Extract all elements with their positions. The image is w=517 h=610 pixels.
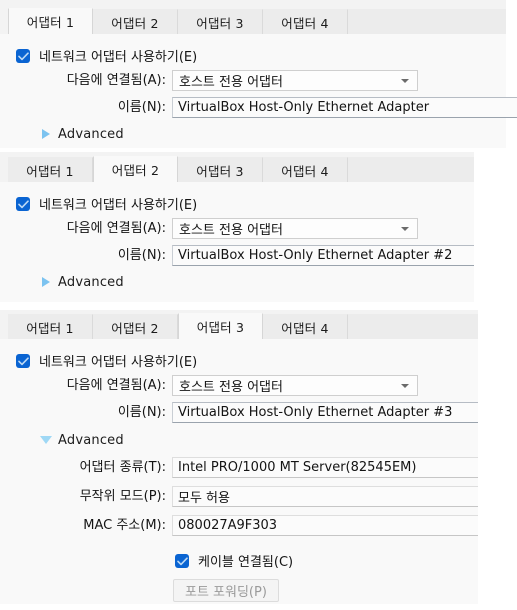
enable-adapter-label-2: 네트워크 어댑터 사용하기(E)	[39, 198, 198, 213]
tab-bar-filler	[348, 157, 474, 182]
adapter-name-value-2: VirtualBox Host-Only Ethernet Adapter #2	[178, 248, 453, 263]
adapter-name-value-3: VirtualBox Host-Only Ethernet Adapter #3	[178, 405, 453, 420]
adapter-name-input-2[interactable]: VirtualBox Host-Only Ethernet Adapter #2	[172, 245, 474, 266]
chevron-down-icon	[401, 226, 409, 231]
tab-adapter-2[interactable]: 어댑터 2	[93, 9, 178, 34]
tab-adapter-4[interactable]: 어댑터 4	[263, 157, 348, 182]
adapter-name-value-1: VirtualBox Host-Only Ethernet Adapter	[178, 100, 430, 115]
tab-adapter-2[interactable]: 어댑터 2	[93, 314, 178, 339]
adapter-name-input-3[interactable]: VirtualBox Host-Only Ethernet Adapter #3	[172, 402, 478, 423]
mac-address-label: MAC 주소(M):	[83, 518, 166, 533]
panel-body-1: 네트워크 어댑터 사용하기(E) 다음에 연결됨(A): 호스트 전용 어댑터 …	[0, 34, 517, 148]
tab-adapter-3[interactable]: 어댑터 3	[178, 313, 263, 339]
port-forwarding-button[interactable]: 포트 포워딩(P)	[173, 579, 279, 602]
tab-adapter-1[interactable]: 어댑터 1	[8, 8, 93, 34]
attached-to-label-3: 다음에 연결됨(A):	[66, 378, 166, 393]
panel-body-2: 네트워크 어댑터 사용하기(E) 다음에 연결됨(A): 호스트 전용 어댑터 …	[0, 182, 474, 302]
enable-adapter-checkbox-2[interactable]	[16, 196, 30, 211]
advanced-label-2: Advanced	[58, 274, 124, 290]
enable-adapter-row-1[interactable]: 네트워크 어댑터 사용하기(E)	[16, 45, 197, 66]
adapter-type-input[interactable]: Intel PRO/1000 MT Server(82545EM)	[172, 457, 478, 478]
panel-top-strip	[0, 0, 506, 8]
enable-adapter-row-2[interactable]: 네트워크 어댑터 사용하기(E)	[16, 193, 197, 214]
tab-adapter-1[interactable]: 어댑터 1	[8, 314, 93, 339]
chevron-down-icon	[401, 78, 409, 83]
panel-body-3: 네트워크 어댑터 사용하기(E) 다음에 연결됨(A): 호스트 전용 어댑터 …	[0, 339, 478, 604]
advanced-label-1: Advanced	[58, 126, 124, 142]
tab-bar-filler	[348, 9, 506, 34]
tab-bar-3: 어댑터 1 어댑터 2 어댑터 3 어댑터 4	[0, 313, 478, 339]
advanced-disclosure-2[interactable]: Advanced	[42, 272, 124, 292]
enable-adapter-checkbox-1[interactable]	[16, 48, 30, 63]
adapter-type-label: 어댑터 종류(T):	[79, 460, 166, 475]
adapter-panel-3: 어댑터 1 어댑터 2 어댑터 3 어댑터 4 네트워크 어댑터 사용하기(E)…	[0, 310, 478, 604]
tab-adapter-3[interactable]: 어댑터 3	[178, 157, 263, 182]
tab-adapter-2[interactable]: 어댑터 2	[93, 156, 178, 182]
tab-bar-filler	[348, 314, 478, 339]
tab-adapter-3[interactable]: 어댑터 3	[178, 9, 263, 34]
port-forwarding-label: 포트 포워딩(P)	[185, 585, 267, 600]
cable-connected-checkbox[interactable]	[175, 553, 189, 568]
attached-to-value-3: 호스트 전용 어댑터	[179, 380, 283, 395]
tab-bar-1: 어댑터 1 어댑터 2 어댑터 3 어댑터 4	[0, 8, 506, 34]
tab-adapter-4[interactable]: 어댑터 4	[263, 314, 348, 339]
attached-to-label-2: 다음에 연결됨(A):	[66, 221, 166, 236]
name-label-3: 이름(N):	[117, 405, 166, 420]
promiscuous-mode-label: 무작위 모드(P):	[79, 489, 166, 504]
tab-bar-2: 어댑터 1 어댑터 2 어댑터 3 어댑터 4	[0, 156, 474, 182]
promiscuous-mode-value: 모두 허용	[178, 491, 230, 506]
attached-to-combo-3[interactable]: 호스트 전용 어댑터	[172, 375, 418, 396]
mac-address-value: 080027A9F303	[178, 518, 278, 533]
advanced-disclosure-1[interactable]: Advanced	[42, 124, 124, 144]
advanced-disclosure-3[interactable]: Advanced	[40, 430, 124, 450]
advanced-label-3: Advanced	[58, 432, 124, 448]
name-label-2: 이름(N):	[117, 248, 166, 263]
chevron-right-icon	[42, 129, 50, 139]
enable-adapter-label-1: 네트워크 어댑터 사용하기(E)	[39, 50, 198, 65]
mac-address-input[interactable]: 080027A9F303	[172, 515, 478, 536]
promiscuous-mode-input[interactable]: 모두 허용	[172, 486, 478, 507]
enable-adapter-checkbox-3[interactable]	[16, 353, 30, 368]
attached-to-value-1: 호스트 전용 어댑터	[179, 75, 283, 90]
chevron-down-disclosure-icon	[40, 436, 52, 444]
name-label-1: 이름(N):	[117, 100, 166, 115]
cable-connected-label: 케이블 연결됨(C)	[198, 555, 294, 570]
chevron-down-icon	[401, 383, 409, 388]
enable-adapter-label-3: 네트워크 어댑터 사용하기(E)	[39, 355, 198, 370]
attached-to-value-2: 호스트 전용 어댑터	[179, 223, 283, 238]
attached-to-combo-2[interactable]: 호스트 전용 어댑터	[172, 218, 418, 239]
adapter-type-value: Intel PRO/1000 MT Server(82545EM)	[178, 460, 417, 475]
enable-adapter-row-3[interactable]: 네트워크 어댑터 사용하기(E)	[16, 350, 197, 371]
adapter-panel-2: 어댑터 1 어댑터 2 어댑터 3 어댑터 4 네트워크 어댑터 사용하기(E)…	[0, 152, 474, 302]
attached-to-combo-1[interactable]: 호스트 전용 어댑터	[172, 70, 418, 91]
attached-to-label-1: 다음에 연결됨(A):	[66, 73, 166, 88]
tab-adapter-1[interactable]: 어댑터 1	[8, 157, 93, 182]
cable-connected-row[interactable]: 케이블 연결됨(C)	[175, 550, 293, 571]
tab-adapter-4[interactable]: 어댑터 4	[263, 9, 348, 34]
adapter-panel-1: 어댑터 1 어댑터 2 어댑터 3 어댑터 4 네트워크 어댑터 사용하기(E)…	[0, 0, 517, 148]
adapter-name-input-1[interactable]: VirtualBox Host-Only Ethernet Adapter	[172, 97, 517, 118]
chevron-right-icon	[42, 277, 50, 287]
